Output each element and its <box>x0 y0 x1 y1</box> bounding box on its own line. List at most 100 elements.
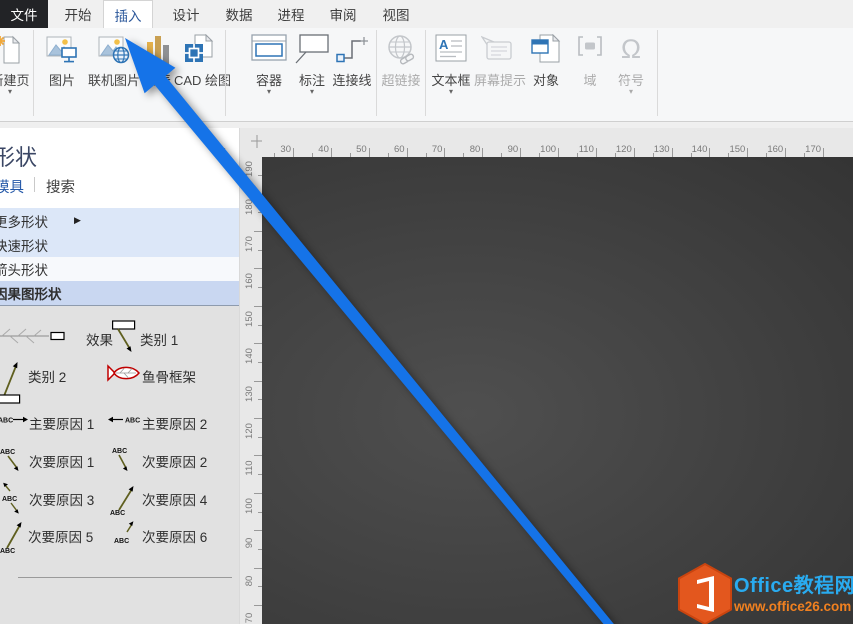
stencil-cause-effect-shapes[interactable]: 因果图形状 <box>0 281 240 306</box>
ribbon-tab-bar: 文件 开始 插入 设计 数据 进程 审阅 视图 <box>0 0 853 28</box>
stencil-arrow-shapes[interactable]: 箭头形状 <box>0 257 240 281</box>
ruler-tick <box>520 148 521 157</box>
tab-view[interactable]: 视图 <box>374 0 418 28</box>
shape-effect[interactable]: 效果 <box>86 329 113 349</box>
watermark-logo: Office教程网 www.office26.com <box>674 563 853 624</box>
ruler-label: 40 <box>307 144 329 155</box>
secondary-cause-1-shape-icon: ABC <box>0 444 24 474</box>
ruler-tick <box>785 148 786 157</box>
shape-secondary-cause-1[interactable]: 次要原因 1 <box>29 451 94 471</box>
chevron-down-icon: ▾ <box>610 87 652 96</box>
cad-drawing-label: CAD 绘图 <box>174 70 224 89</box>
shapes-panel-title: 形状 <box>0 140 37 172</box>
tab-data[interactable]: 数据 <box>216 0 262 28</box>
shape-category-2[interactable]: 类别 2 <box>28 366 66 386</box>
tab-process[interactable]: 进程 <box>269 0 313 28</box>
ruler-label: 140 <box>244 346 258 366</box>
chart-icon <box>145 34 171 66</box>
category-2-shape-icon <box>0 356 24 404</box>
cad-drawing-icon <box>184 34 214 64</box>
ruler-label: 50 <box>345 144 367 155</box>
shape-secondary-cause-6[interactable]: 次要原因 6 <box>142 526 207 546</box>
tab-review[interactable]: 审阅 <box>321 0 365 28</box>
ruler-tick <box>254 381 262 382</box>
svg-text:ABC: ABC <box>110 510 125 516</box>
shape-secondary-cause-2[interactable]: 次要原因 2 <box>142 451 207 471</box>
tab-search[interactable]: 搜索 <box>46 176 75 197</box>
ribbon-separator <box>225 30 226 116</box>
ruler-tick <box>634 148 635 157</box>
picture-button[interactable]: 图片 <box>40 30 84 118</box>
secondary-cause-4-shape-icon: ABC <box>110 484 138 516</box>
online-pictures-button[interactable]: 联机图片 <box>86 30 142 118</box>
shapes-list: 效果 类别 1 类别 2 鱼骨框架 <box>0 306 240 624</box>
ruler-tick <box>254 231 262 232</box>
ribbon-separator <box>33 30 34 116</box>
shapes-divider <box>18 577 232 578</box>
ruler-label: 80 <box>244 571 258 591</box>
tab-file[interactable]: 文件 <box>0 0 48 28</box>
container-button[interactable]: 容器 ▾ <box>246 30 292 118</box>
tab-stencils[interactable]: 模具 <box>0 176 24 197</box>
fishbone-frame-shape-icon <box>107 362 141 384</box>
textbox-button[interactable]: A 文本框 ▾ <box>428 30 474 118</box>
shape-category-1[interactable]: 类别 1 <box>140 329 178 349</box>
office-hexagon-icon <box>676 563 734 624</box>
hyperlink-button: 超链接 <box>378 30 424 118</box>
ruler-tick <box>709 148 710 157</box>
tab-home[interactable]: 开始 <box>56 0 100 28</box>
svg-text:ABC: ABC <box>112 448 127 455</box>
shape-main-cause-1[interactable]: 主要原因 1 <box>29 413 94 433</box>
field-icon <box>575 34 605 58</box>
stencil-quick-shapes[interactable]: 快速形状 <box>0 233 240 257</box>
ruler-label: 150 <box>723 144 745 155</box>
ribbon: 新建页 ▾ 页面 图片 <box>0 28 853 122</box>
h-ruler: 30405060708090100110120130140150160170 <box>262 128 853 157</box>
watermark-url: www.office26.com <box>734 599 853 614</box>
shape-fishbone-frame[interactable]: 鱼骨框架 <box>142 366 196 386</box>
new-page-button[interactable]: 新建页 ▾ <box>0 30 32 118</box>
cad-drawing-button[interactable]: CAD 绘图 <box>174 30 224 118</box>
svg-text:ABC: ABC <box>0 449 15 456</box>
ruler-tick <box>254 530 262 531</box>
secondary-cause-6-shape-icon: ABC <box>114 518 138 550</box>
main-cause-2-shape-icon: ABC <box>108 413 140 427</box>
connector-button[interactable]: 连接线 <box>330 30 374 118</box>
tab-design[interactable]: 设计 <box>163 0 209 28</box>
ruler-tick <box>254 568 262 569</box>
callout-button[interactable]: 标注 ▾ <box>292 30 332 118</box>
container-icon <box>251 34 287 62</box>
ribbon-separator <box>376 30 377 116</box>
ruler-label: 30 <box>269 144 291 155</box>
online-pictures-icon <box>98 34 130 64</box>
effect-shape-icon <box>0 324 74 348</box>
tab-insert[interactable]: 插入 <box>103 0 153 28</box>
collapse-shapes-panel-icon[interactable]: ‹ <box>221 144 226 158</box>
picture-icon <box>46 34 78 64</box>
connector-icon <box>335 34 369 64</box>
ruler-tick <box>823 148 824 157</box>
ruler-label: 70 <box>420 144 442 155</box>
ruler-label: 190 <box>244 159 258 179</box>
svg-text:ABC: ABC <box>114 538 129 545</box>
watermark-title: Office教程网 <box>734 569 853 598</box>
ruler-tick <box>444 148 445 157</box>
object-button[interactable]: 对象 <box>524 30 568 118</box>
chart-label: 图表 <box>142 70 174 89</box>
stencil-more-shapes[interactable]: 更多形状 ▶ <box>0 208 240 233</box>
ruler-label: 120 <box>610 144 632 155</box>
ruler-corner <box>240 128 262 157</box>
ruler-tick <box>254 306 262 307</box>
ruler-label: 90 <box>496 144 518 155</box>
shape-secondary-cause-3[interactable]: 次要原因 3 <box>29 489 94 509</box>
ruler-tick <box>331 148 332 157</box>
ribbon-separator <box>657 30 658 116</box>
ruler-label: 100 <box>244 496 258 516</box>
shape-secondary-cause-5[interactable]: 次要原因 5 <box>28 526 93 546</box>
shape-main-cause-2[interactable]: 主要原因 2 <box>142 413 207 433</box>
chart-button[interactable]: 图表 <box>142 30 174 118</box>
stencil-label: 因果图形状 <box>0 283 62 303</box>
svg-text:A: A <box>439 37 449 52</box>
shape-secondary-cause-4[interactable]: 次要原因 4 <box>142 489 207 509</box>
drawing-canvas[interactable] <box>262 157 853 624</box>
